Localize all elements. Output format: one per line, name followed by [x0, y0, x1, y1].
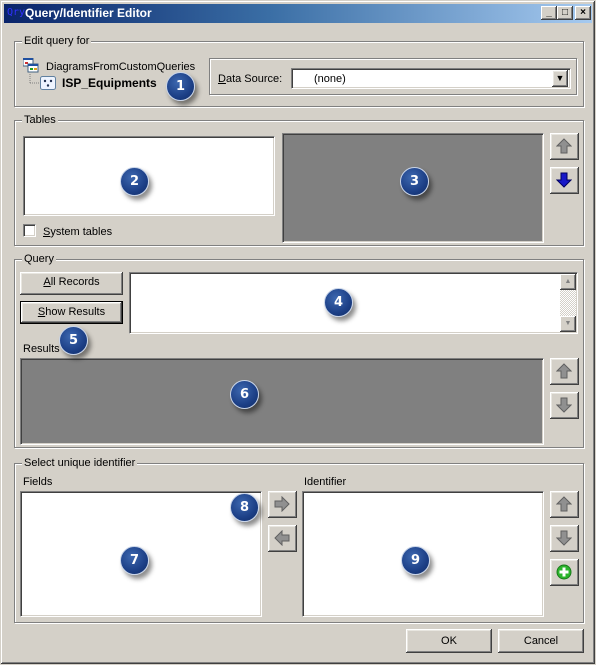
arrow-down-icon: [556, 397, 572, 413]
arrow-up-icon: [556, 363, 572, 379]
query-identifier-editor-window: Qry Query/Identifier Editor _ □ × Edit q…: [0, 0, 596, 665]
edit-query-group-label: Edit query for: [22, 34, 92, 48]
cancel-button[interactable]: Cancel: [498, 629, 584, 653]
fields-label: Fields: [23, 476, 53, 488]
results-move-up-button[interactable]: [550, 358, 579, 385]
query-text-area[interactable]: ▲ ▼: [129, 272, 578, 334]
close-icon: ×: [580, 7, 586, 18]
callout-8: 8: [230, 493, 259, 522]
window-title: Query/Identifier Editor: [25, 6, 152, 20]
tables-group-label: Tables: [22, 113, 58, 127]
data-source-label: Data Source:: [218, 73, 283, 85]
maximize-button[interactable]: □: [557, 6, 573, 20]
chevron-down-icon[interactable]: ▼: [552, 70, 568, 87]
scroll-up-icon[interactable]: ▲: [560, 274, 576, 290]
identifier-move-down-button[interactable]: [550, 525, 579, 552]
add-identifier-button[interactable]: [550, 559, 579, 586]
app-icon: Qry: [7, 7, 26, 18]
identifier-group-label: Select unique identifier: [22, 456, 138, 470]
results-label: Results: [23, 343, 60, 355]
arrow-up-icon: [556, 138, 572, 154]
arrow-up-icon: [556, 496, 572, 512]
move-up-button[interactable]: [550, 133, 579, 160]
callout-5: 5: [59, 326, 88, 355]
callout-9: 9: [401, 546, 430, 575]
callout-1: 1: [166, 72, 195, 101]
ok-button[interactable]: OK: [406, 629, 492, 653]
plus-circle-icon: [556, 564, 572, 580]
identifier-move-up-button[interactable]: [550, 491, 579, 518]
data-source-value: (none): [314, 73, 346, 85]
arrow-right-icon: [274, 496, 290, 512]
tree-parent-item[interactable]: DiagramsFromCustomQueries: [46, 60, 195, 74]
arrow-down-icon: [556, 172, 572, 188]
results-move-down-button[interactable]: [550, 392, 579, 419]
minimize-icon: _: [546, 7, 552, 18]
remove-from-identifier-button[interactable]: [268, 525, 297, 552]
tree-child-item-selected[interactable]: ISP_Equipments: [62, 76, 157, 90]
query-scrollbar[interactable]: ▲ ▼: [560, 274, 576, 332]
arrow-down-icon: [556, 530, 572, 546]
minimize-button[interactable]: _: [541, 6, 557, 20]
all-records-button[interactable]: All Records: [20, 272, 123, 295]
callout-6: 6: [230, 380, 259, 409]
diagram-collection-icon: [23, 58, 39, 73]
maximize-icon: □: [561, 7, 569, 18]
data-source-dropdown[interactable]: (none) ▼: [291, 68, 571, 89]
show-results-button[interactable]: Show Results: [20, 301, 123, 324]
diagram-icon: [40, 76, 56, 90]
system-tables-label[interactable]: System tables: [43, 225, 112, 239]
tables-list[interactable]: [23, 136, 275, 216]
identifier-label: Identifier: [304, 476, 347, 488]
title-bar[interactable]: Qry Query/Identifier Editor _ □ ×: [4, 4, 592, 23]
query-group-label: Query: [22, 252, 56, 266]
move-down-button[interactable]: [550, 167, 579, 194]
callout-3: 3: [400, 167, 429, 196]
arrow-left-icon: [274, 530, 290, 546]
system-tables-checkbox[interactable]: [23, 224, 36, 237]
add-to-identifier-button[interactable]: [268, 491, 297, 518]
callout-2: 2: [120, 167, 149, 196]
results-grid[interactable]: [20, 358, 544, 445]
scroll-down-icon[interactable]: ▼: [560, 316, 576, 332]
callout-4: 4: [324, 288, 353, 317]
callout-7: 7: [120, 546, 149, 575]
close-button[interactable]: ×: [575, 6, 591, 20]
